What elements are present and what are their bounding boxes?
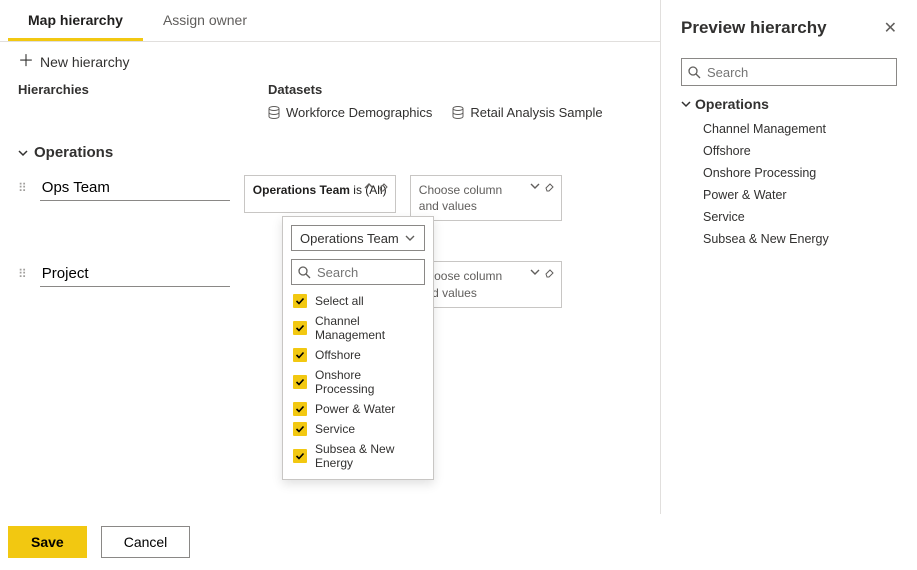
dataset-item[interactable]: Workforce Demographics (268, 105, 432, 120)
new-hierarchy-button[interactable]: ＋ New hierarchy (18, 54, 130, 70)
cancel-button[interactable]: Cancel (101, 526, 191, 558)
preview-search-input[interactable] (705, 64, 890, 81)
dropdown-option[interactable]: Service (291, 419, 425, 439)
column-chooser-ph2: and values (419, 198, 553, 214)
preview-leaf[interactable]: Channel Management (681, 118, 897, 140)
new-hierarchy-label: New hierarchy (40, 54, 129, 70)
checkbox-checked-icon[interactable] (293, 422, 307, 436)
column-chooser-active[interactable]: Operations Team is (All) (244, 175, 396, 213)
eraser-icon[interactable] (543, 180, 555, 192)
dataset-label: Retail Analysis Sample (470, 105, 602, 120)
column-dropdown: Operations Team Select all Channel Manage… (282, 216, 434, 480)
chevron-down-icon (18, 148, 28, 158)
chevron-down-icon (681, 99, 691, 109)
checkbox-checked-icon[interactable] (293, 348, 307, 362)
drag-handle-icon[interactable]: ⠿ (18, 267, 26, 281)
plus-icon: ＋ (18, 54, 34, 70)
preview-leaf[interactable]: Power & Water (681, 184, 897, 206)
dropdown-search[interactable] (291, 259, 425, 285)
tab-map-hierarchy[interactable]: Map hierarchy (8, 0, 143, 41)
save-button[interactable]: Save (8, 526, 87, 558)
preview-search[interactable] (681, 58, 897, 86)
tab-bar: Map hierarchy Assign owner (0, 0, 660, 42)
preview-leaf[interactable]: Offshore (681, 140, 897, 162)
hierarchy-name: Operations (34, 144, 113, 161)
column-chooser-title: Operations Team (253, 183, 350, 197)
chevron-down-icon[interactable] (529, 266, 541, 278)
search-icon (688, 66, 701, 79)
eraser-icon[interactable] (543, 266, 555, 278)
column-chooser-placeholder[interactable]: Choose column and values (410, 175, 562, 221)
dropdown-select-all[interactable]: Select all (291, 291, 425, 311)
close-icon[interactable]: ✕ (884, 18, 897, 38)
dropdown-option[interactable]: Offshore (291, 345, 425, 365)
dropdown-option-label: Subsea & New Energy (315, 442, 423, 470)
checkbox-checked-icon[interactable] (293, 294, 307, 308)
preview-root-label: Operations (695, 96, 769, 112)
level-name-input[interactable] (40, 175, 230, 201)
preview-leaf[interactable]: Service (681, 206, 897, 228)
dataset-label: Workforce Demographics (286, 105, 432, 120)
preview-title: Preview hierarchy (681, 18, 827, 38)
select-all-label: Select all (315, 294, 364, 308)
dropdown-option[interactable]: Onshore Processing (291, 365, 425, 399)
level-name-input[interactable] (40, 261, 230, 287)
dataset-icon (452, 106, 464, 120)
preview-leaf[interactable]: Onshore Processing (681, 162, 897, 184)
chevron-up-icon[interactable] (363, 180, 375, 192)
hierarchy-toggle[interactable]: Operations (18, 134, 642, 175)
drag-handle-icon[interactable]: ⠿ (18, 181, 26, 195)
column-select[interactable]: Operations Team (291, 225, 425, 251)
chevron-down-icon[interactable] (529, 180, 541, 192)
column-chooser-ph2: and values (419, 285, 553, 301)
checkbox-checked-icon[interactable] (293, 321, 307, 335)
dropdown-search-input[interactable] (315, 264, 418, 281)
dropdown-option[interactable]: Subsea & New Energy (291, 439, 425, 473)
preview-leaf[interactable]: Subsea & New Energy (681, 228, 897, 250)
dropdown-option-label: Power & Water (315, 402, 395, 416)
chevron-down-icon (404, 232, 416, 244)
dropdown-option[interactable]: Channel Management (291, 311, 425, 345)
eraser-icon[interactable] (377, 180, 389, 192)
tab-assign-owner[interactable]: Assign owner (143, 0, 267, 41)
dropdown-option-label: Service (315, 422, 355, 436)
checkbox-checked-icon[interactable] (293, 402, 307, 416)
column-select-value: Operations Team (300, 231, 399, 246)
checkbox-checked-icon[interactable] (293, 375, 307, 389)
preview-root-toggle[interactable]: Operations (681, 96, 897, 112)
hierarchies-header: Hierarchies (18, 82, 268, 97)
dropdown-option-label: Channel Management (315, 314, 423, 342)
dataset-icon (268, 106, 280, 120)
checkbox-checked-icon[interactable] (293, 449, 307, 463)
dropdown-option-label: Onshore Processing (315, 368, 423, 396)
dropdown-option-label: Offshore (315, 348, 361, 362)
search-icon (298, 266, 311, 279)
dataset-item[interactable]: Retail Analysis Sample (452, 105, 602, 120)
datasets-header: Datasets (268, 82, 642, 97)
dropdown-option[interactable]: Power & Water (291, 399, 425, 419)
